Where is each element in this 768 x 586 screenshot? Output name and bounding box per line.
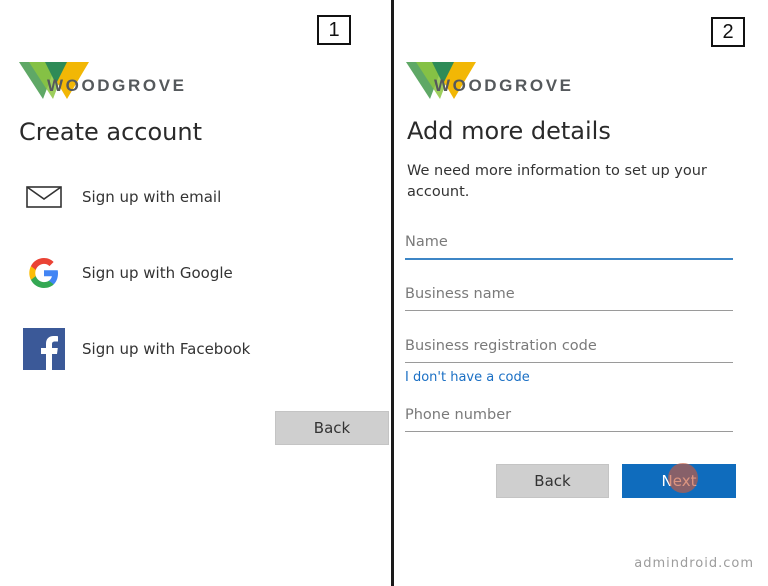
page-title: Create account <box>19 118 202 146</box>
signup-facebook-option[interactable]: Sign up with Facebook <box>20 324 320 374</box>
back-button[interactable]: Back <box>275 411 389 445</box>
step-number-badge: 2 <box>711 17 745 47</box>
woodgrove-logo: WOODGROVE <box>19 62 219 102</box>
back-button[interactable]: Back <box>496 464 609 498</box>
google-icon <box>20 249 68 297</box>
business-registration-code-input[interactable] <box>405 332 733 360</box>
click-indicator <box>668 463 698 493</box>
phone-number-input[interactable] <box>405 401 733 429</box>
business-registration-code-field[interactable] <box>405 332 733 363</box>
envelope-icon <box>20 173 68 221</box>
step-number-badge: 1 <box>317 15 351 45</box>
facebook-icon <box>20 325 68 373</box>
signup-facebook-label: Sign up with Facebook <box>82 340 251 358</box>
watermark: admindroid.com <box>634 556 754 571</box>
name-input[interactable] <box>405 228 733 256</box>
no-code-link[interactable]: I don't have a code <box>405 370 530 385</box>
logo-text: WOODGROVE <box>434 76 574 95</box>
business-name-field[interactable] <box>405 280 733 311</box>
panel-add-details: 2 WOODGROVE Add more details We need mor… <box>393 0 768 586</box>
description-text: We need more information to set up your … <box>407 163 707 200</box>
page-title: Add more details <box>407 117 611 145</box>
phone-number-field[interactable] <box>405 401 733 432</box>
signup-google-label: Sign up with Google <box>82 264 233 282</box>
name-field[interactable] <box>405 228 733 260</box>
signup-google-option[interactable]: Sign up with Google <box>20 248 320 298</box>
woodgrove-logo: WOODGROVE <box>406 62 606 102</box>
signup-email-option[interactable]: Sign up with email <box>20 172 320 222</box>
panel-create-account: 1 WOODGROVE Create account Sign up with … <box>0 0 393 586</box>
signup-email-label: Sign up with email <box>82 188 222 206</box>
logo-text: WOODGROVE <box>47 76 187 95</box>
business-name-input[interactable] <box>405 280 733 308</box>
